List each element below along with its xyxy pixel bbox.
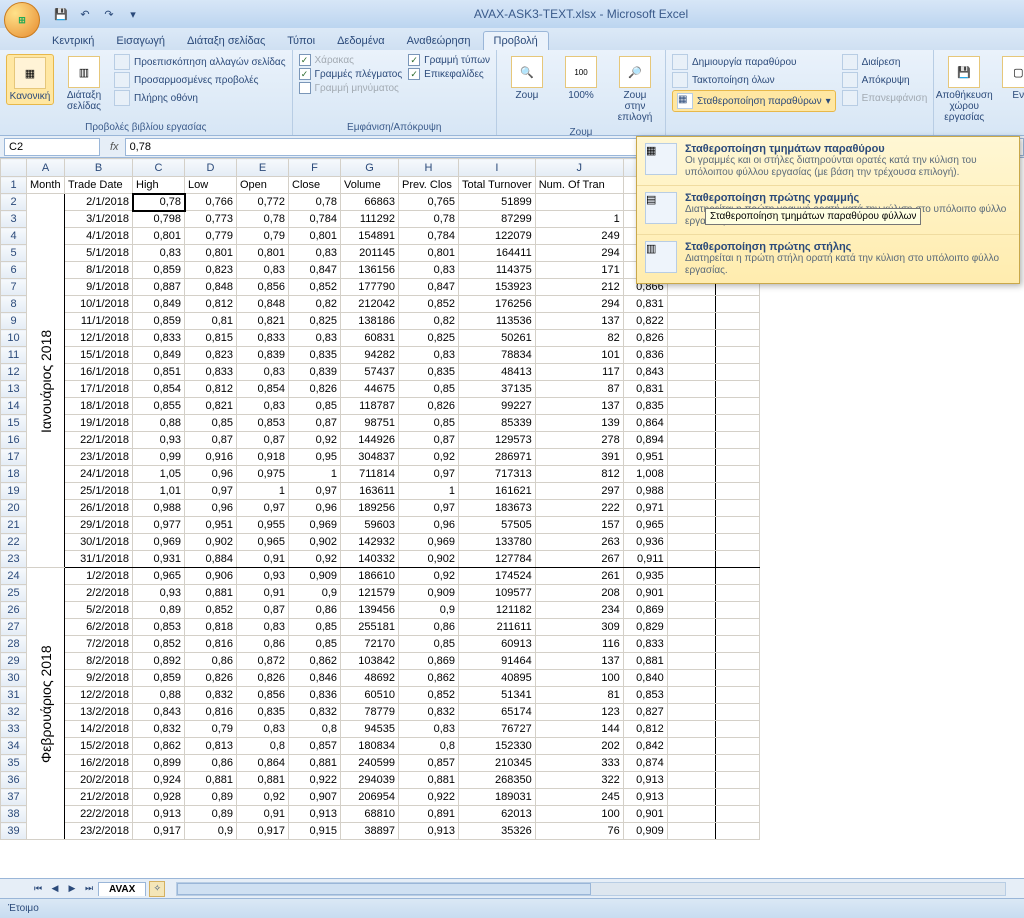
freeze-top-row-item[interactable]: ▤ Σταθεροποίηση πρώτης γραμμήςΔιατηρείτα… (637, 186, 1019, 235)
pagebreak-preview-button[interactable]: Προεπισκόπηση αλλαγών σελίδας (114, 54, 286, 70)
freeze-first-col-item[interactable]: ▥ Σταθεροποίηση πρώτης στήληςΔιατηρείται… (637, 235, 1019, 283)
sheet-nav-last[interactable]: ⏭ (81, 881, 97, 897)
zoom-button[interactable]: 🔍Ζουμ (503, 54, 551, 103)
fx-icon[interactable]: fx (104, 141, 125, 153)
fullscreen-button[interactable]: Πλήρης οθόνη (114, 90, 286, 106)
sheet-tab-avax[interactable]: AVAX (98, 882, 146, 896)
zoom-100-button[interactable]: 100100% (557, 54, 605, 103)
unhide-button: Επανεμφάνιση (842, 90, 928, 106)
freeze-panes-icon: ▦ (645, 143, 677, 175)
window-title: AVAX-ASK3-TEXT.xlsx - Microsoft Excel (142, 7, 1020, 21)
freeze-panes-menu: ▦ Σταθεροποίηση τμημάτων παραθύρουΟι γρα… (636, 136, 1020, 284)
tab-home[interactable]: Κεντρική (42, 32, 104, 50)
new-sheet-icon[interactable]: ✧ (149, 881, 165, 897)
ruler-checkbox: ✓Χάρακας (299, 54, 403, 66)
switch-windows-button[interactable]: ▢Εν (994, 54, 1024, 103)
sheet-nav-prev[interactable]: ◀ (47, 881, 63, 897)
gridlines-checkbox[interactable]: ✓Γραμμές πλέγματος (299, 68, 403, 80)
group-workbook-views: Προβολές βιβλίου εργασίας (6, 120, 286, 133)
freeze-row-icon: ▤ (645, 192, 677, 224)
status-bar: Έτοιμο (0, 898, 1024, 918)
hide-button[interactable]: Απόκρυψη (842, 72, 928, 88)
name-box[interactable]: C2 (4, 138, 100, 156)
sheet-nav-first[interactable]: ⏮ (30, 881, 46, 897)
ribbon-tabs: Κεντρική Εισαγωγή Διάταξη σελίδας Τύποι … (0, 28, 1024, 50)
tab-insert[interactable]: Εισαγωγή (106, 32, 175, 50)
chevron-down-icon: ▾ (826, 96, 831, 107)
tab-pagelayout[interactable]: Διάταξη σελίδας (177, 32, 275, 50)
sheet-nav-next[interactable]: ▶ (64, 881, 80, 897)
office-button[interactable]: ⊞ (4, 2, 40, 38)
new-window-button[interactable]: Δημιουργία παραθύρου (672, 54, 836, 70)
tooltip: Σταθεροποίηση τμημάτων παραθύρου φύλλων (705, 208, 921, 225)
normal-view-button[interactable]: ▦Κανονική (6, 54, 54, 105)
undo-icon[interactable]: ↶ (76, 5, 94, 23)
freeze-panes-item[interactable]: ▦ Σταθεροποίηση τμημάτων παραθύρουΟι γρα… (637, 137, 1019, 186)
tab-data[interactable]: Δεδομένα (327, 32, 395, 50)
save-icon[interactable]: 💾 (52, 5, 70, 23)
tab-view[interactable]: Προβολή (483, 31, 549, 50)
headings-checkbox[interactable]: ✓Επικεφαλίδες (408, 68, 490, 80)
qat-dropdown-icon[interactable]: ▾ (124, 5, 142, 23)
freeze-panes-button[interactable]: ▦Σταθεροποίηση παραθύρων▾ (672, 90, 836, 112)
tab-formulas[interactable]: Τύποι (277, 32, 325, 50)
freeze-col-icon: ▥ (645, 241, 677, 273)
redo-icon[interactable]: ↷ (100, 5, 118, 23)
formulabar-checkbox[interactable]: ✓Γραμμή τύπων (408, 54, 490, 66)
group-show-hide: Εμφάνιση/Απόκρυψη (299, 120, 490, 133)
zoom-selection-button[interactable]: 🔎Ζουμ στην επιλογή (611, 54, 659, 125)
horizontal-scrollbar[interactable] (176, 882, 1006, 896)
page-layout-button[interactable]: ▥Διάταξη σελίδας (60, 54, 108, 114)
custom-views-button[interactable]: Προσαρμοσμένες προβολές (114, 72, 286, 88)
quick-access-toolbar: 💾 ↶ ↷ ▾ (52, 5, 142, 23)
split-button[interactable]: Διαίρεση (842, 54, 928, 70)
ribbon: ▦Κανονική ▥Διάταξη σελίδας Προεπισκόπηση… (0, 50, 1024, 136)
save-workspace-button[interactable]: 💾Αποθήκευση χώρου εργασίας (940, 54, 988, 125)
messagebar-checkbox: ✓Γραμμή μηνύματος (299, 82, 403, 94)
tab-review[interactable]: Αναθεώρηση (397, 32, 481, 50)
arrange-all-button[interactable]: Τακτοποίηση όλων (672, 72, 836, 88)
